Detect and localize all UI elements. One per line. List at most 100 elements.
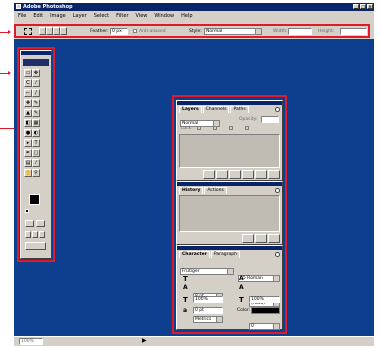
eraser-icon[interactable]: ◧ bbox=[24, 119, 32, 127]
type-icon[interactable]: T bbox=[32, 139, 40, 147]
width-input[interactable] bbox=[288, 28, 312, 35]
magic-wand-icon[interactable]: ⁄ bbox=[32, 79, 40, 87]
font-style-dropdown[interactable]: 55 Roman bbox=[238, 275, 280, 282]
lock-label: Lock: bbox=[181, 126, 193, 131]
menu-image[interactable]: Image bbox=[50, 13, 66, 19]
intersect-selection-icon[interactable] bbox=[60, 27, 67, 35]
lock-all-checkbox[interactable] bbox=[245, 126, 249, 130]
character-palette-title[interactable] bbox=[177, 246, 282, 250]
font-family-dropdown[interactable]: Frutiger bbox=[180, 268, 234, 275]
tab-actions[interactable]: Actions bbox=[204, 187, 227, 194]
height-input[interactable] bbox=[340, 28, 367, 35]
menu-edit[interactable]: Edit bbox=[33, 13, 43, 19]
history-palette-title[interactable] bbox=[177, 182, 282, 186]
add-to-selection-icon[interactable] bbox=[46, 27, 53, 35]
kerning-input[interactable]: Metrics bbox=[193, 316, 223, 323]
layer-style-icon[interactable] bbox=[203, 170, 215, 179]
horizontal-scale-input[interactable]: 100% bbox=[249, 296, 280, 303]
gradient-icon[interactable]: ▦ bbox=[32, 119, 40, 127]
horizontal-scale-icon: T bbox=[239, 296, 244, 304]
move-icon[interactable]: ✥ bbox=[32, 69, 40, 77]
layer-mask-icon[interactable] bbox=[216, 170, 228, 179]
standard-mode-icon[interactable] bbox=[25, 220, 34, 227]
lasso-icon[interactable]: ᑕ bbox=[24, 79, 32, 87]
tracking-input[interactable]: 0 bbox=[249, 323, 280, 330]
layers-tabs: Layers Channels Paths bbox=[179, 106, 250, 113]
layers-list[interactable] bbox=[179, 134, 280, 168]
marquee-icon[interactable]: ▭ bbox=[24, 69, 32, 77]
baseline-shift-input[interactable]: 0 pt bbox=[193, 307, 223, 314]
full-screen-icon[interactable] bbox=[39, 231, 45, 238]
anti-aliased-checkbox[interactable] bbox=[133, 29, 137, 33]
tab-layers[interactable]: Layers bbox=[179, 106, 202, 113]
jump-to-imageready-icon[interactable] bbox=[25, 242, 46, 250]
history-list[interactable] bbox=[179, 195, 280, 232]
new-layer-icon[interactable] bbox=[255, 170, 267, 179]
snapshot-icon[interactable] bbox=[255, 234, 267, 243]
zoom-field[interactable]: 100% bbox=[19, 338, 43, 345]
minimize-button[interactable]: _ bbox=[353, 4, 359, 9]
default-colors-icon[interactable] bbox=[25, 209, 29, 213]
tab-paragraph[interactable]: Paragraph bbox=[210, 251, 240, 258]
feather-input[interactable]: 0 px bbox=[110, 28, 128, 35]
shape-icon[interactable]: □ bbox=[32, 149, 40, 157]
adobe-logo[interactable] bbox=[23, 59, 49, 66]
subtract-selection-icon[interactable] bbox=[53, 27, 60, 35]
new-set-icon[interactable] bbox=[229, 170, 241, 179]
zoom-icon[interactable]: ⚲ bbox=[32, 169, 40, 177]
dodge-icon[interactable]: ◐ bbox=[32, 129, 40, 137]
crop-icon[interactable]: ⌐ bbox=[24, 89, 32, 97]
close-button[interactable]: × bbox=[367, 4, 373, 9]
menu-filter[interactable]: Filter bbox=[116, 13, 128, 19]
history-trash-icon[interactable] bbox=[268, 234, 280, 243]
vertical-scale-input[interactable]: 100% bbox=[193, 296, 223, 303]
lock-position-checkbox[interactable] bbox=[229, 126, 233, 130]
text-color-swatch[interactable] bbox=[251, 307, 280, 314]
opacity-input[interactable] bbox=[261, 116, 279, 123]
slice-icon[interactable]: / bbox=[32, 89, 40, 97]
new-document-icon[interactable] bbox=[242, 234, 254, 243]
eyedropper-icon[interactable]: ⁄ bbox=[32, 159, 40, 167]
character-menu-icon[interactable] bbox=[275, 252, 280, 257]
options-bar: Feather: 0 px Anti-aliased Style: Normal… bbox=[14, 20, 374, 39]
pen-icon[interactable]: ✒ bbox=[24, 149, 32, 157]
menu-view[interactable]: View bbox=[136, 13, 148, 19]
history-brush-icon[interactable]: ✎ bbox=[32, 109, 40, 117]
full-screen-menu-icon[interactable] bbox=[32, 231, 38, 238]
opacity-label: Opacity: bbox=[239, 117, 258, 122]
lock-pixels-checkbox[interactable] bbox=[213, 126, 217, 130]
marquee-tool-icon[interactable] bbox=[24, 28, 32, 35]
healing-brush-icon[interactable]: ✚ bbox=[24, 99, 32, 107]
standard-screen-icon[interactable] bbox=[25, 231, 31, 238]
tab-history[interactable]: History bbox=[179, 187, 204, 194]
maximize-button[interactable]: □ bbox=[360, 4, 366, 9]
quick-mask-icon[interactable] bbox=[36, 220, 45, 227]
menu-select[interactable]: Select bbox=[94, 13, 109, 19]
layers-palette-title[interactable] bbox=[177, 101, 282, 105]
hand-icon[interactable]: ✋ bbox=[24, 169, 32, 177]
photoshop-app-icon[interactable] bbox=[16, 4, 21, 9]
status-menu-arrow-icon[interactable]: ▶ bbox=[142, 337, 147, 344]
tab-character[interactable]: Character bbox=[179, 251, 210, 258]
style-dropdown[interactable]: Normal bbox=[204, 28, 262, 35]
lock-transparency-checkbox[interactable] bbox=[197, 126, 201, 130]
history-menu-icon[interactable] bbox=[275, 188, 280, 193]
tab-paths[interactable]: Paths bbox=[230, 106, 249, 113]
menu-help[interactable]: Help bbox=[181, 13, 192, 19]
trash-icon[interactable] bbox=[268, 170, 280, 179]
menu-window[interactable]: Window bbox=[154, 13, 174, 19]
brush-icon[interactable]: ✎ bbox=[32, 99, 40, 107]
blur-icon[interactable]: ● bbox=[24, 129, 32, 137]
new-selection-icon[interactable] bbox=[39, 27, 46, 35]
toolbox-title[interactable] bbox=[21, 51, 51, 55]
palette-menu-icon[interactable] bbox=[275, 107, 280, 112]
menu-layer[interactable]: Layer bbox=[73, 13, 87, 19]
notes-icon[interactable]: ▤ bbox=[24, 159, 32, 167]
tab-channels[interactable]: Channels bbox=[202, 106, 230, 113]
feather-label: Feather: bbox=[90, 29, 109, 34]
adjustment-layer-icon[interactable] bbox=[242, 170, 254, 179]
path-selection-icon[interactable]: ▸ bbox=[24, 139, 32, 147]
foreground-color-swatch[interactable] bbox=[29, 194, 40, 205]
menu-file[interactable]: File bbox=[18, 13, 26, 19]
clone-stamp-icon[interactable]: ▲ bbox=[24, 109, 32, 117]
